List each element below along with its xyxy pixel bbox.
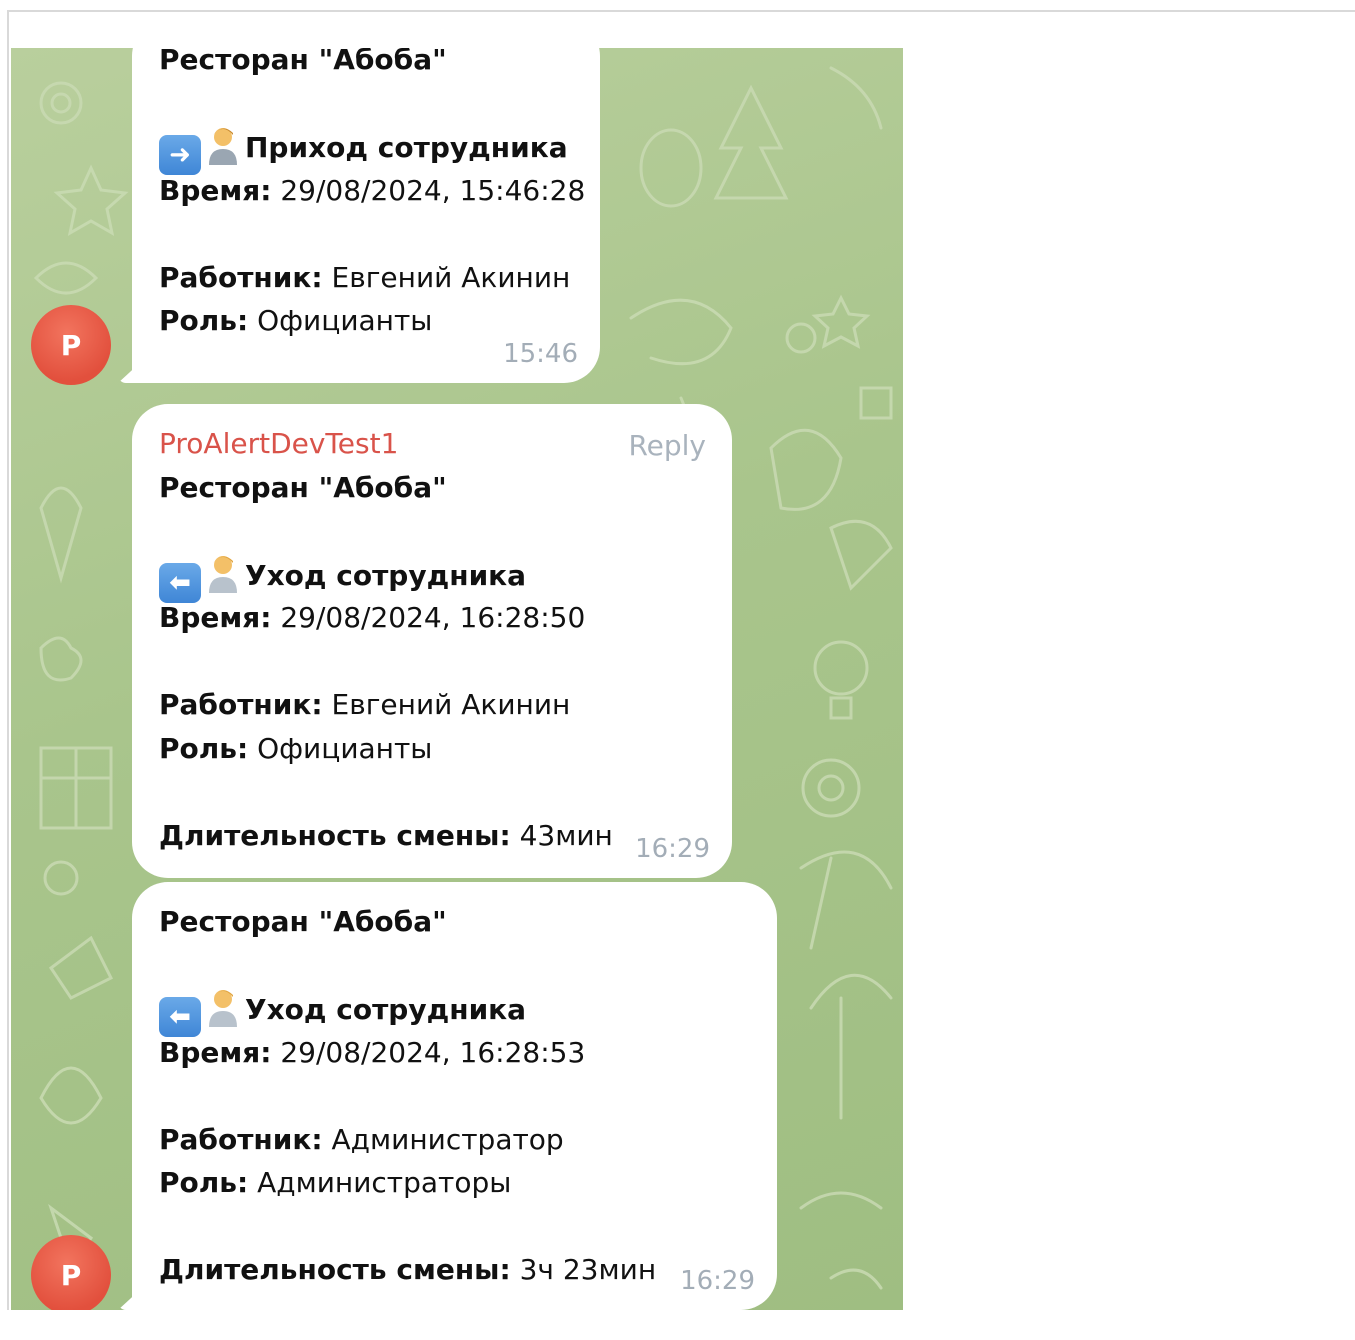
worker-line: Работник: Администратор [159,1122,564,1156]
avatar[interactable]: P [31,1235,111,1310]
event-line: ⬅ Уход сотрудника [159,987,751,1037]
message-timestamp: 16:29 [635,834,710,864]
sender-name[interactable]: ProAlertDevTest1 [159,422,706,466]
message-bubble-2[interactable]: ProAlertDevTest1 Reply Ресторан "Абоба" … [132,404,732,878]
message-bubble-1[interactable]: Ресторан "Абоба" ➜ Приход сотрудника Врем… [132,48,600,383]
time-line: Время: 29/08/2024, 16:28:50 [159,601,586,634]
screenshot-page: Ресторан "Абоба" ➜ Приход сотрудника Врем… [0,0,1355,1340]
worker-line: Работник: Евгений Акинин [159,688,571,721]
worker-line: Работник: Евгений Акинин [159,260,571,294]
person-icon [209,128,237,165]
restaurant-name: Ресторан "Абоба" [159,470,447,504]
message-timestamp: 16:29 [680,1266,755,1296]
restaurant-name: Ресторан "Абоба" [159,905,447,938]
chat-message-list[interactable]: Ресторан "Абоба" ➜ Приход сотрудника Врем… [11,48,903,1310]
restaurant-name: Ресторан "Абоба" [159,48,447,76]
reply-button[interactable]: Reply [628,424,706,468]
person-icon [209,555,237,593]
avatar[interactable]: P [31,305,111,385]
duration-line: Длительность смены: 3ч 23мин [159,1253,657,1286]
role-line: Роль: Официанты [159,731,433,765]
message-timestamp: 15:46 [503,339,578,369]
role-line: Роль: Администраторы [159,1166,512,1199]
time-line: Время: 29/08/2024, 16:28:53 [159,1035,586,1069]
time-line: Время: 29/08/2024, 15:46:28 [159,173,586,207]
message-bubble-3[interactable]: Ресторан "Абоба" ⬅ Уход сотрудника Время:… [132,882,777,1310]
event-line: ⬅ Уход сотрудника [159,553,706,603]
event-line: ➜ Приход сотрудника [159,125,574,175]
role-line: Роль: Официанты [159,304,433,337]
frame-left-border [7,10,9,1310]
person-icon [209,990,237,1027]
duration-line: Длительность смены: 43мин [159,818,613,852]
frame-top-border [7,10,1355,12]
